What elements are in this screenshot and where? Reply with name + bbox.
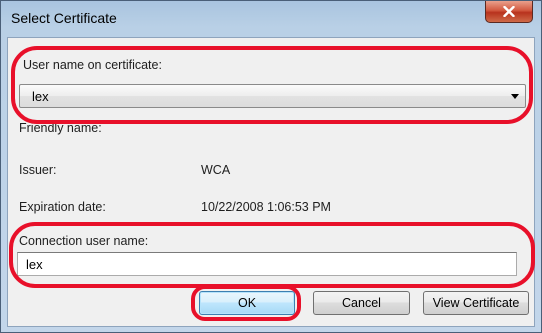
user-name-dropdown-value: lex bbox=[32, 89, 49, 104]
expiration-date-value: 10/22/2008 1:06:53 PM bbox=[201, 200, 331, 214]
ok-button[interactable]: OK bbox=[199, 291, 295, 315]
issuer-value: WCA bbox=[201, 163, 231, 177]
connection-user-name-input[interactable] bbox=[17, 252, 517, 276]
user-name-dropdown[interactable]: lex bbox=[19, 84, 526, 108]
close-button[interactable] bbox=[485, 1, 533, 23]
chevron-down-icon bbox=[511, 94, 519, 99]
friendly-name-label: Friendly name: bbox=[19, 121, 102, 135]
title-bar: Select Certificate bbox=[1, 1, 541, 37]
dialog-title: Select Certificate bbox=[11, 10, 117, 26]
issuer-label: Issuer: bbox=[19, 163, 57, 177]
dialog-body bbox=[7, 37, 535, 327]
close-icon bbox=[503, 6, 515, 17]
view-certificate-button[interactable]: View Certificate bbox=[423, 291, 529, 315]
connection-user-name-label: Connection user name: bbox=[19, 234, 149, 248]
cancel-button[interactable]: Cancel bbox=[313, 291, 410, 315]
expiration-date-label: Expiration date: bbox=[19, 200, 106, 214]
user-name-label: User name on certificate: bbox=[23, 58, 162, 72]
select-certificate-dialog: Select Certificate User name on certific… bbox=[0, 0, 542, 333]
